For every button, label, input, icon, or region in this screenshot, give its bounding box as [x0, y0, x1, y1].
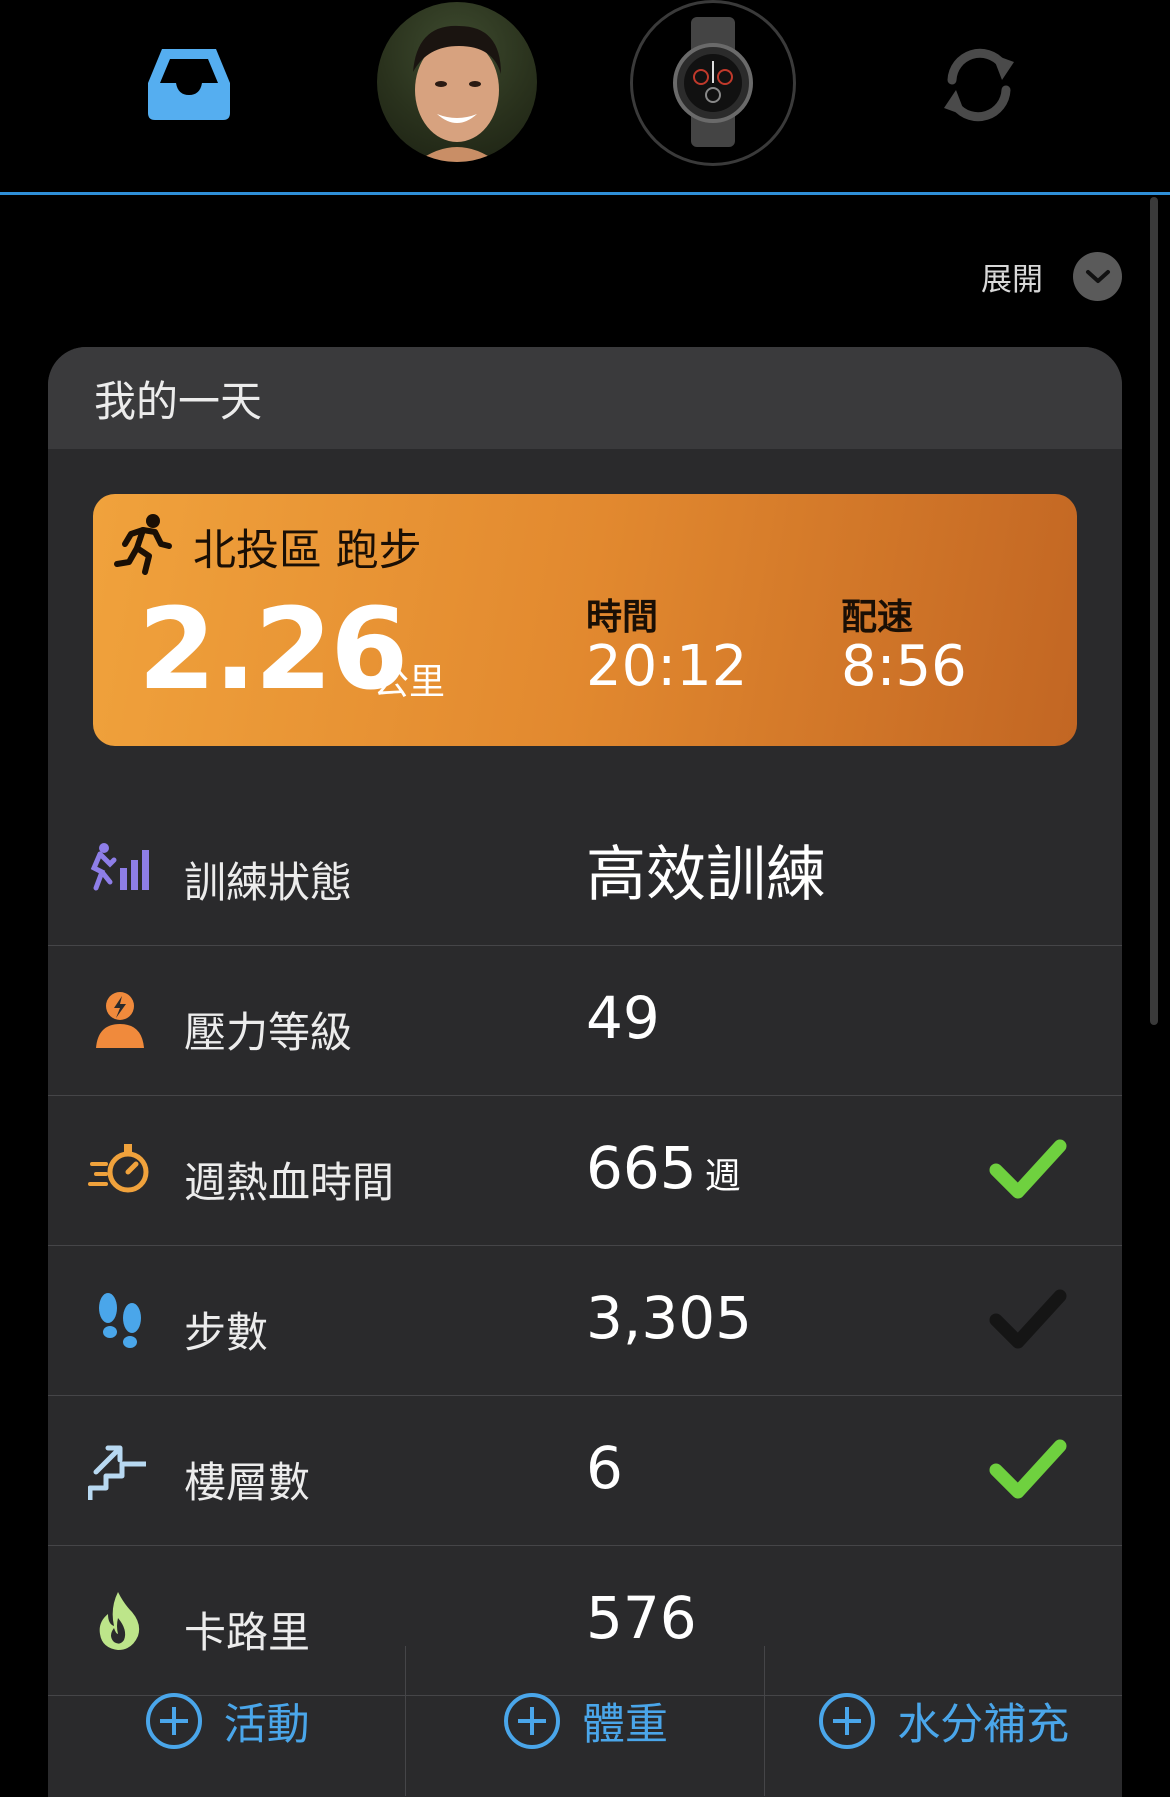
- activity-distance: 2.26: [138, 585, 408, 715]
- watch-icon: [630, 0, 796, 166]
- stat-label: 訓練狀態: [184, 858, 353, 907]
- flame-icon: [99, 1592, 140, 1650]
- footsteps-icon: [99, 1293, 141, 1348]
- stairs-icon: [88, 1445, 146, 1500]
- stat-row-floors[interactable]: 樓層數 6: [48, 1396, 1122, 1546]
- stat-row-intensity-minutes[interactable]: 週熱血時間 665 週: [48, 1096, 1122, 1246]
- add-hydration-button[interactable]: 水分補充: [765, 1646, 1122, 1796]
- quick-actions: 活動 體重 水分補充: [48, 1646, 1122, 1796]
- stat-unit: 週: [704, 1156, 741, 1197]
- add-weight-button[interactable]: 體重: [406, 1646, 765, 1796]
- time-value: 20:12: [586, 634, 748, 699]
- stat-value: 665 週: [586, 1134, 741, 1202]
- goal-check-icon: [989, 1439, 1067, 1499]
- card-header: 我的一天: [48, 347, 1122, 449]
- card-title: 我的一天: [94, 376, 263, 426]
- action-label: 活動: [223, 1700, 310, 1750]
- stat-row-steps[interactable]: 步數 3,305: [48, 1246, 1122, 1396]
- action-label: 體重: [581, 1700, 668, 1750]
- chevron-down-icon: [1073, 252, 1122, 301]
- inbox-button[interactable]: [148, 45, 230, 120]
- add-activity-button[interactable]: 活動: [48, 1646, 407, 1796]
- top-nav-bar: [0, 0, 1170, 195]
- add-circle-icon: [145, 1693, 202, 1749]
- running-icon: [114, 514, 172, 575]
- intensity-minutes-icon: [88, 1144, 149, 1193]
- stat-value: 3,305: [586, 1284, 753, 1352]
- activity-summary-card[interactable]: 北投區 跑步 2.26 公里 時間 20:12 配速 8:56: [93, 494, 1077, 746]
- add-circle-icon: [503, 1693, 560, 1749]
- training-status-icon: [90, 843, 149, 891]
- expand-toggle[interactable]: 展開: [981, 252, 1122, 301]
- time-label: 時間: [586, 597, 659, 638]
- expand-label: 展開: [981, 262, 1043, 298]
- stat-label: 壓力等級: [184, 1008, 353, 1057]
- my-day-card: 我的一天 北投區 跑步 2.26 公里 時間 20:12 配速 8:56 訓練狀…: [48, 347, 1122, 1797]
- avatar: [377, 2, 537, 162]
- goal-check-icon: [989, 1139, 1067, 1199]
- device-watch-button[interactable]: [630, 0, 796, 166]
- scrollbar[interactable]: [1150, 197, 1158, 1025]
- stat-value-number: 665: [586, 1134, 697, 1202]
- stat-value: 49: [586, 984, 660, 1052]
- add-circle-icon: [819, 1693, 876, 1749]
- pace-value: 8:56: [841, 634, 967, 699]
- profile-avatar-button[interactable]: [377, 2, 537, 162]
- stat-value: 576: [586, 1584, 697, 1652]
- stat-row-training-status[interactable]: 訓練狀態 高效訓練: [48, 796, 1122, 946]
- activity-title: 北投區 跑步: [193, 526, 422, 576]
- stat-value: 高效訓練: [586, 840, 826, 910]
- stat-label: 步數: [184, 1308, 269, 1357]
- stress-icon: [96, 992, 144, 1048]
- stat-label: 樓層數: [184, 1458, 311, 1507]
- goal-check-icon: [989, 1289, 1067, 1349]
- pace-label: 配速: [841, 597, 914, 638]
- action-label: 水分補充: [897, 1700, 1070, 1750]
- sync-icon: [944, 48, 1014, 122]
- stat-row-stress[interactable]: 壓力等級 49: [48, 946, 1122, 1096]
- stat-label: 週熱血時間: [184, 1158, 395, 1207]
- stat-value: 6: [586, 1434, 623, 1502]
- distance-unit: 公里: [373, 662, 446, 703]
- inbox-icon: [148, 49, 230, 120]
- sync-button[interactable]: [934, 40, 1024, 130]
